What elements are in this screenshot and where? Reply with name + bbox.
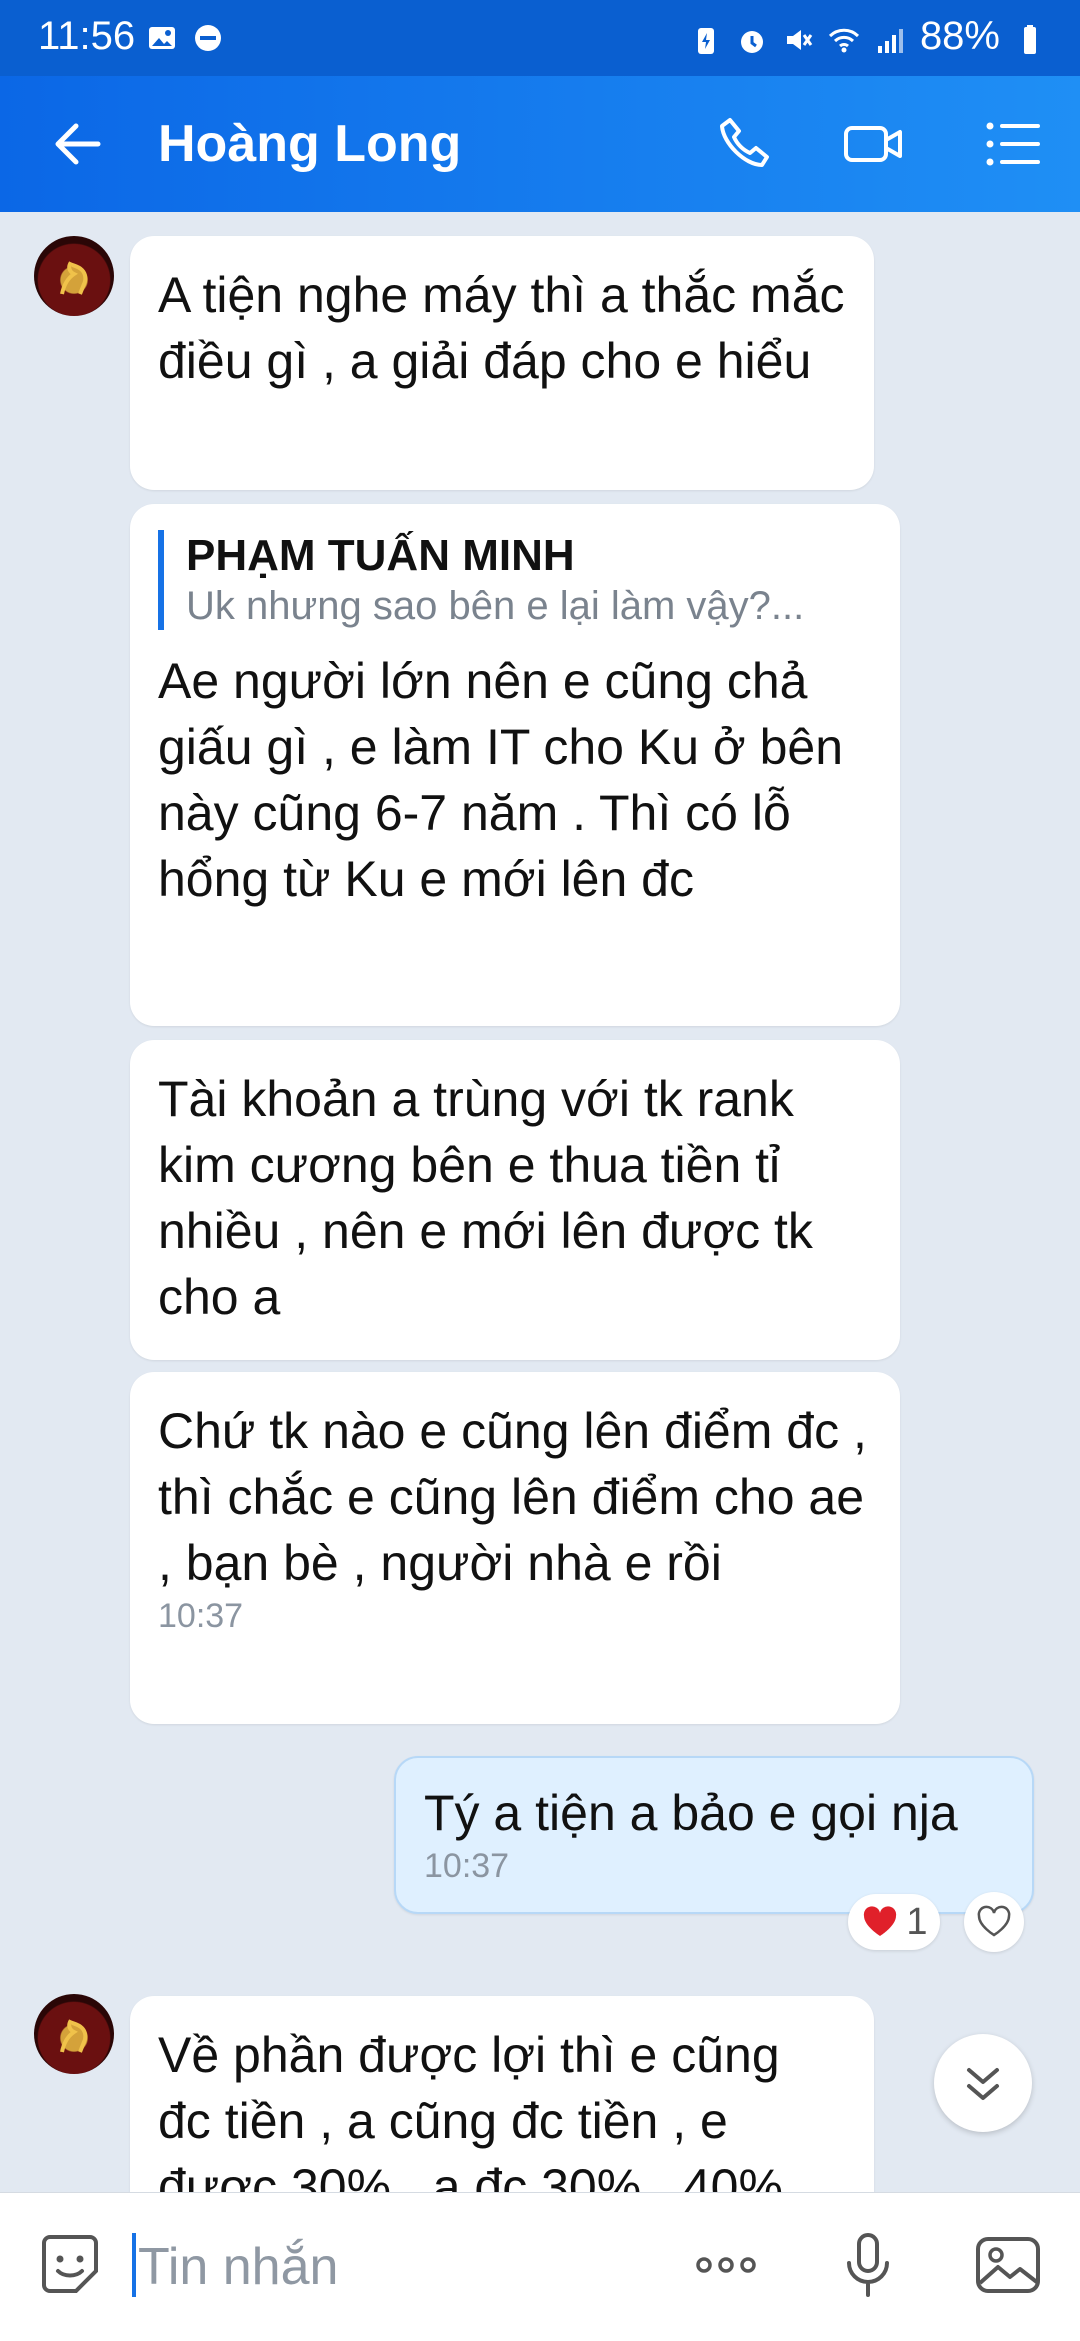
horse-logo-icon [60,261,88,295]
chat-header: Hoàng Long [0,76,1080,212]
reaction-count: 1 [906,1900,928,1943]
message-bubble[interactable]: Chứ tk nào e cũng lên điểm đc , thì chắc… [130,1372,900,1724]
mic-icon [847,2233,889,2297]
horse-logo-icon [60,2019,88,2053]
do-not-disturb-icon [192,22,224,54]
text-cursor [132,2233,136,2297]
battery-saver-icon [690,21,722,54]
message-time: 10:37 [158,1597,244,1635]
gallery-notification-icon [146,22,178,54]
quote-author: PHẠM TUẤN MINH [186,531,575,580]
chat-options-button[interactable] [980,112,1044,176]
quote-text: Uk nhưng sao bên e lại làm vậy?... [186,584,805,628]
image-icon [976,2237,1040,2293]
message-bubble[interactable]: PHẠM TUẤN MINH Uk nhưng sao bên e lại là… [130,504,900,1026]
message-text: Tý a tiện a bảo e gọi nja [424,1785,958,1841]
message-text: A tiện nghe máy thì a thắc mắc điều gì ,… [158,267,845,389]
wifi-icon [828,21,860,53]
status-bar: 11:56 88% [0,0,1080,76]
message-input[interactable]: Tin nhắn [138,2237,338,2297]
message-text: Ae người lớn nên e cũng chả giấu gì , e … [158,653,844,907]
message-text: Về phần được lợi thì e cũng đc tiền , a … [158,2027,783,2215]
more-options-button[interactable] [690,2229,762,2301]
heart-icon [864,1906,897,1936]
mute-icon [782,21,814,53]
signal-icon [874,21,906,53]
video-icon [844,126,902,162]
alarm-icon [736,21,768,53]
video-call-button[interactable] [842,112,906,176]
send-image-button[interactable] [972,2229,1044,2301]
contact-name[interactable]: Hoàng Long [158,114,461,174]
phone-icon [720,118,769,167]
my-message-bubble[interactable]: Tý a tiện a bảo e gọi nja 10:37 [394,1756,1034,1914]
message-bubble[interactable]: Tài khoản a trùng với tk rank kim cương … [130,1040,900,1360]
message-input-bar: Tin nhắn [0,2192,1080,2341]
message-bubble[interactable]: A tiện nghe máy thì a thắc mắc điều gì ,… [130,236,874,490]
scroll-down-icon [967,2068,999,2100]
voice-message-button[interactable] [832,2229,904,2301]
back-arrow-icon [55,123,101,165]
sticker-icon [42,2235,98,2293]
contact-avatar[interactable] [34,236,114,316]
menu-list-icon [986,122,1040,166]
quoted-message[interactable]: PHẠM TUẤN MINH Uk nhưng sao bên e lại là… [158,530,872,630]
more-icon [696,2257,756,2273]
call-button[interactable] [712,112,776,176]
message-text: Tài khoản a trùng với tk rank kim cương … [158,1071,813,1325]
message-text: Chứ tk nào e cũng lên điểm đc , thì chắc… [158,1403,867,1591]
message-time: 10:37 [424,1847,510,1885]
heart-outline-icon [977,1905,1011,1937]
reaction-summary[interactable]: 1 [848,1894,940,1950]
battery-icon [1014,21,1046,54]
status-time: 11:56 [38,14,136,58]
battery-percent: 88% [919,14,1000,58]
sticker-button[interactable] [34,2229,106,2301]
add-reaction-button[interactable] [964,1892,1024,1952]
back-button[interactable] [46,112,110,176]
scroll-to-bottom-button[interactable] [934,2034,1032,2132]
contact-avatar[interactable] [34,1994,114,2074]
